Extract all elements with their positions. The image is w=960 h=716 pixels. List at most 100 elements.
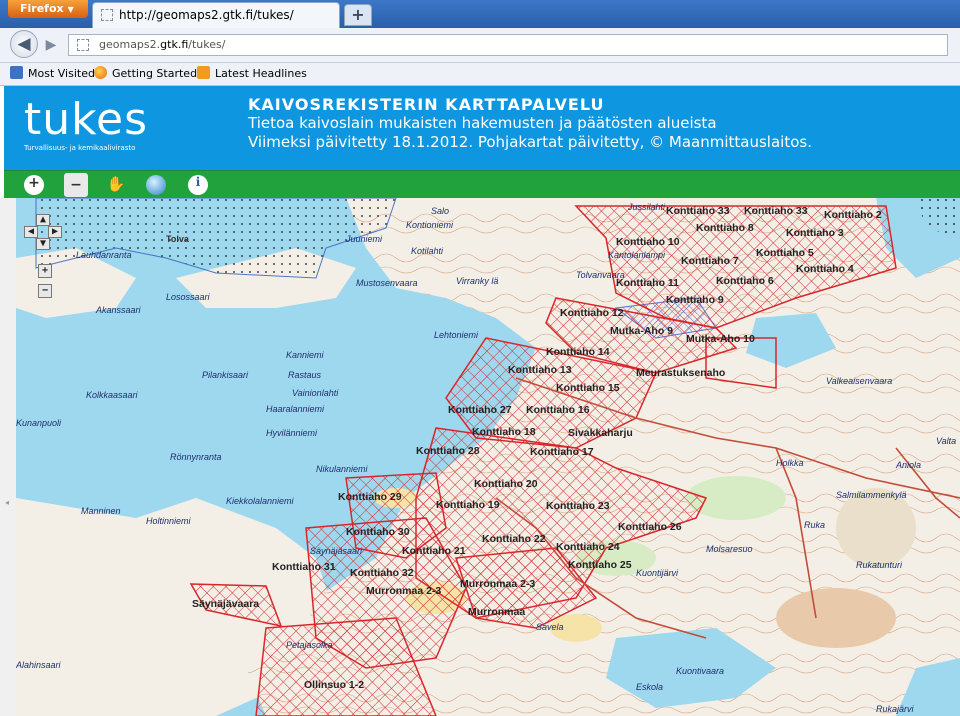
area-label: Konttiaho 8 — [696, 222, 754, 234]
url-text: geomaps2.gtk.fi/tukes/ — [99, 38, 226, 51]
pan-down-icon[interactable]: ▼ — [36, 238, 50, 250]
page-title: KAIVOSREKISTERIN KARTTAPALVELU — [248, 95, 605, 114]
place-label: Salo — [431, 206, 449, 216]
pan-left-icon[interactable]: ◀ — [24, 226, 38, 238]
area-label: Konttiaho 25 — [568, 559, 632, 571]
place-label: Eskola — [636, 682, 663, 692]
header-update-note: Viimeksi päivitetty 18.1.2012. Pohjakart… — [248, 133, 812, 151]
area-label: Konttiaho 29 — [338, 491, 402, 503]
firefox-menu-label: Firefox — [20, 2, 64, 15]
area-label: Konttiaho 22 — [482, 533, 546, 545]
place-label: Virranky lä — [456, 276, 498, 286]
place-label: Holkka — [776, 458, 804, 468]
place-label: Tolva — [166, 234, 190, 244]
area-label: Konttiaho 23 — [546, 500, 610, 512]
place-label: Lauhdanranta — [76, 250, 132, 260]
place-label: Kunanpuoli — [16, 418, 62, 428]
area-label: Konttiaho 33 — [666, 205, 730, 217]
logo-word: tukes — [24, 94, 149, 145]
place-label: Jussilahti — [627, 202, 666, 212]
area-label: Konttiaho 11 — [616, 277, 679, 289]
bookmark-latest-headlines[interactable]: Latest Headlines — [197, 66, 307, 82]
area-label: Konttiaho 12 — [560, 307, 624, 319]
bookmark-folder-icon — [10, 66, 23, 79]
area-label: Konttiaho 3 — [786, 227, 844, 239]
place-label: Rönnynranta — [170, 452, 222, 462]
place-label: Kuontijärvi — [636, 568, 679, 578]
place-label: Kantolanlampi — [608, 250, 666, 260]
rss-feed-icon — [197, 66, 210, 79]
forward-arrow-icon[interactable]: ▶ — [40, 35, 62, 55]
place-label: Kuontivaara — [676, 666, 724, 676]
area-label: Mutka-Aho 10 — [686, 333, 755, 345]
browser-tab[interactable]: http://geomaps2.gtk.fi/tukes/ — [92, 2, 340, 28]
area-label: Konttiaho 2 — [824, 209, 882, 221]
browser-tab-strip: Firefox ▼ http://geomaps2.gtk.fi/tukes/ + — [0, 0, 960, 28]
place-label: Alahinsaari — [16, 660, 62, 670]
navigation-toolbar: ◀ ▶ geomaps2.gtk.fi/tukes/ — [0, 28, 960, 63]
pan-up-icon[interactable]: ▲ — [36, 214, 50, 226]
place-label: Kontioniemi — [406, 220, 454, 230]
place-label: Säynäjäsaari — [310, 546, 363, 556]
globe-icon[interactable] — [146, 175, 166, 195]
place-label: Mustosenvaara — [356, 278, 418, 288]
firefox-menu-button[interactable]: Firefox ▼ — [8, 0, 88, 18]
address-bar[interactable]: geomaps2.gtk.fi/tukes/ — [68, 34, 948, 56]
place-label: Tolvanvaara — [576, 270, 625, 280]
info-icon[interactable]: i — [188, 175, 208, 195]
bookmark-getting-started[interactable]: Getting Started — [94, 66, 197, 82]
page-favicon-icon — [101, 9, 113, 21]
area-label: Konttiaho 33 — [744, 205, 808, 217]
area-label: Säynäjävaara — [192, 598, 259, 610]
area-label: Konttiaho 16 — [526, 404, 590, 416]
place-label: Manninen — [81, 506, 121, 516]
tab-title: http://geomaps2.gtk.fi/tukes/ — [119, 8, 294, 22]
back-arrow-icon[interactable]: ◀ — [10, 30, 38, 58]
place-label: Hyvilänniemi — [266, 428, 318, 438]
place-label: Rukajärvi — [876, 704, 915, 714]
logo-subtitle: Turvallisuus- ja kemikaalivirasto — [24, 144, 136, 152]
place-label: Haaralanniemi — [266, 404, 325, 414]
place-label: Ruka — [804, 520, 825, 530]
tukes-logo[interactable]: tukes Turvallisuus- ja kemikaalivirasto — [24, 94, 149, 153]
map-toolbar: + − ✋ i — [4, 170, 960, 199]
place-label: Vainionlahti — [292, 388, 339, 398]
place-label: Holtinniemi — [146, 516, 192, 526]
area-label: Konttiaho 4 — [796, 263, 854, 275]
area-label: Konttiaho 10 — [616, 236, 680, 248]
zoom-in-icon[interactable]: + — [24, 175, 44, 195]
area-label: Meurastuksenaho — [636, 367, 725, 379]
place-label: Savela — [536, 622, 564, 632]
place-label: Pilankisaari — [202, 370, 249, 380]
area-label: Konttiaho 14 — [546, 346, 610, 358]
collapse-handle-icon[interactable]: ◂ — [5, 498, 11, 508]
firefox-logo-icon — [94, 66, 107, 79]
map-view[interactable]: Konttiaho 33 Konttiaho 33 Konttiaho 2 Ko… — [16, 198, 960, 716]
new-tab-button[interactable]: + — [344, 4, 372, 26]
area-label: Konttiaho 31 — [272, 561, 336, 573]
map-left-gutter: ◂ — [0, 198, 17, 716]
area-label: Konttiaho 17 — [530, 446, 594, 458]
place-label: Rastaus — [288, 370, 322, 380]
bookmark-most-visited[interactable]: Most Visited — [10, 66, 95, 82]
zoom-out-icon[interactable]: − — [64, 173, 88, 197]
place-label: Kolkkaasaari — [86, 390, 139, 400]
zoom-in-control-icon[interactable]: + — [38, 264, 52, 278]
pan-hand-icon[interactable]: ✋ — [106, 175, 126, 195]
area-label: Konttiaho 19 — [436, 499, 500, 511]
place-label: Aniola — [895, 460, 921, 470]
area-label: Konttiaho 9 — [666, 294, 724, 306]
area-label: Konttiaho 30 — [346, 526, 410, 538]
area-label: Murronmaa 2-3 — [460, 578, 535, 590]
area-label: Konttiaho 27 — [448, 404, 512, 416]
area-label: Ollinsuo 1-2 — [304, 679, 364, 691]
area-label: Konttiaho 28 — [416, 445, 480, 457]
area-label: Konttiaho 5 — [756, 247, 814, 259]
chevron-down-icon: ▼ — [67, 5, 74, 14]
bookmarks-toolbar: Most Visited Getting Started Latest Head… — [0, 63, 960, 86]
pan-right-icon[interactable]: ▶ — [48, 226, 62, 238]
area-label: Konttiaho 24 — [556, 541, 620, 553]
place-label: Akanssaari — [95, 305, 142, 315]
zoom-out-control-icon[interactable]: − — [38, 284, 52, 298]
area-label: Sivakkaharju — [568, 427, 633, 439]
